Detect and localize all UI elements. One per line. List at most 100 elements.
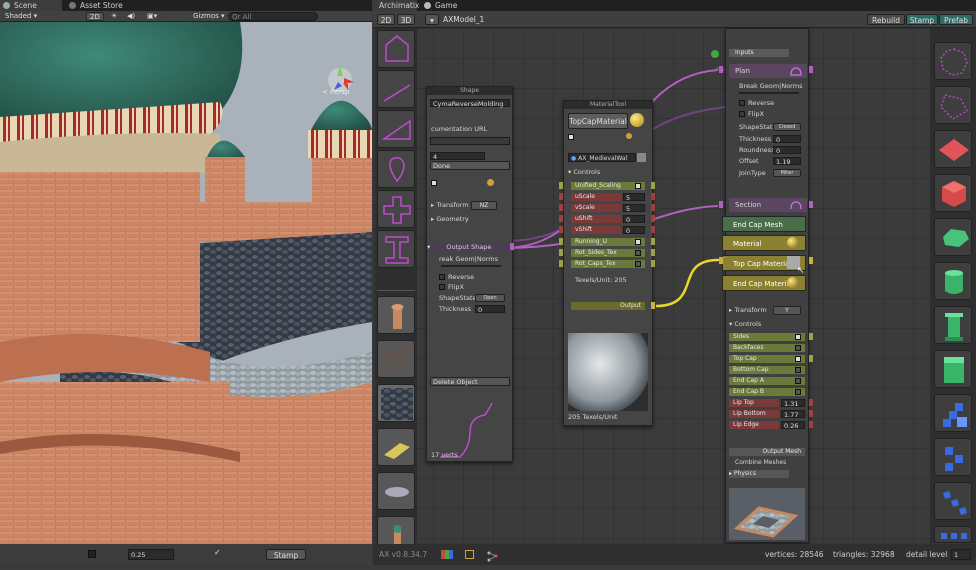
- sides-checkbox[interactable]: [795, 334, 801, 340]
- top-cap-row[interactable]: Top Cap: [729, 355, 805, 363]
- reverse-checkbox[interactable]: [439, 274, 445, 280]
- vscale-in-port[interactable]: [559, 204, 563, 211]
- backfaces-checkbox[interactable]: [795, 345, 801, 351]
- vscale-row[interactable]: vScale: [571, 204, 621, 212]
- section-out-port[interactable]: [809, 201, 813, 208]
- lip-bottom-field[interactable]: 1.77: [781, 410, 805, 419]
- flipx-row[interactable]: FlipX: [439, 283, 464, 291]
- lip-edge-out-port[interactable]: [809, 421, 813, 428]
- lip-bottom-row[interactable]: Lip Bottom: [729, 410, 779, 418]
- flipx-checkbox[interactable]: [439, 284, 445, 290]
- plan-in-port[interactable]: [719, 66, 723, 73]
- material-controls-row[interactable]: ▾ Controls: [568, 168, 600, 176]
- lip-edge-row[interactable]: Lip Edge: [729, 421, 779, 429]
- material-input-sphere-icon[interactable]: [787, 237, 798, 248]
- tool-plane-mesh[interactable]: [934, 130, 972, 168]
- end-cap-mesh-row[interactable]: End Cap Mesh: [722, 216, 806, 232]
- bottom-value-field[interactable]: 0.25: [128, 549, 174, 560]
- tool-linear-repeater-mesh[interactable]: [934, 482, 972, 520]
- tab-scene[interactable]: Scene: [0, 0, 62, 11]
- plan-flipx-row[interactable]: FlipX: [739, 110, 764, 118]
- inputs-row[interactable]: Inputs: [729, 49, 789, 57]
- vscale-out-port[interactable]: [651, 204, 655, 211]
- plan-shape-state-dropdown[interactable]: Closed: [773, 123, 801, 131]
- plan-out-port[interactable]: [809, 66, 813, 73]
- node-graph-canvas[interactable]: Shape CymaReverseMolding cumentation URL…: [373, 28, 976, 554]
- physics-row[interactable]: ▸ Physics: [729, 470, 789, 478]
- scene-stamp-button[interactable]: Stamp: [266, 549, 306, 560]
- shape-state-dropdown[interactable]: Open: [475, 294, 505, 302]
- scene-viewport[interactable]: < Persp: [0, 22, 372, 544]
- tool-cylinder-mesh[interactable]: [934, 262, 972, 300]
- running-u-row[interactable]: Running_U: [571, 238, 645, 246]
- plan-jointype-dropdown[interactable]: Miter: [773, 169, 801, 177]
- graph-icon[interactable]: [487, 549, 499, 562]
- material-asset-picker[interactable]: [637, 153, 646, 162]
- image-effects-icon[interactable]: ▣▾: [144, 12, 160, 21]
- rot-sides-checkbox[interactable]: [635, 250, 641, 256]
- shape-node[interactable]: Shape CymaReverseMolding cumentation URL…: [426, 86, 514, 462]
- rot-caps-in-port[interactable]: [559, 260, 563, 267]
- stamp-button[interactable]: Stamp: [906, 14, 938, 25]
- transform-row[interactable]: ▸ Transform: [431, 201, 469, 209]
- rebuild-button[interactable]: Rebuild: [867, 14, 905, 25]
- top-cap-material-in-port[interactable]: [719, 257, 723, 264]
- audio-icon[interactable]: ◀): [124, 12, 138, 21]
- extrude-transform-dropdown[interactable]: Y: [773, 306, 801, 315]
- tool-circle-path[interactable]: [934, 42, 972, 80]
- uscale-in-port[interactable]: [559, 193, 563, 200]
- shape-node-title[interactable]: Shape: [427, 87, 512, 95]
- tool-column-mesh[interactable]: [934, 306, 972, 344]
- tab-asset-store[interactable]: Asset Store: [66, 0, 127, 11]
- unified-scaling-row[interactable]: Unified_Scaling: [571, 182, 645, 190]
- transform-axis-dropdown[interactable]: NZ: [471, 201, 497, 210]
- doc-url-field[interactable]: [430, 137, 510, 145]
- section-shape-icon[interactable]: [789, 200, 803, 210]
- material-enable-checkbox[interactable]: [568, 134, 574, 140]
- shape-name-field[interactable]: CymaReverseMolding: [430, 99, 510, 108]
- tool-repeater-mesh[interactable]: [934, 438, 972, 476]
- bottom-cap-row[interactable]: Bottom Cap: [729, 366, 805, 374]
- end-cap-b-checkbox[interactable]: [795, 389, 801, 395]
- output-mesh-row[interactable]: Output Mesh: [729, 448, 805, 456]
- tool-tower-mesh[interactable]: [934, 350, 972, 388]
- plan-thickness-field[interactable]: 0: [773, 135, 801, 144]
- section-in-port[interactable]: [719, 201, 723, 208]
- vshift-out-port[interactable]: [651, 226, 655, 233]
- top-cap-material-out-port[interactable]: [809, 257, 813, 264]
- top-cap-out-port[interactable]: [809, 355, 813, 362]
- ushift-in-port[interactable]: [559, 215, 563, 222]
- running-u-out-port[interactable]: [651, 238, 655, 245]
- vscale-field[interactable]: 5: [623, 204, 645, 213]
- unified-scaling-out-port[interactable]: [651, 182, 655, 189]
- light-icon[interactable]: ☀: [108, 12, 120, 21]
- doc-url-label[interactable]: cumentation URL: [431, 125, 487, 133]
- end-cap-a-row[interactable]: End Cap A: [729, 377, 805, 385]
- extrude-controls-row[interactable]: ▾ Controls: [729, 320, 761, 328]
- vshift-row[interactable]: vShift: [571, 226, 621, 234]
- lip-bottom-out-port[interactable]: [809, 410, 813, 417]
- plan-reverse-row[interactable]: Reverse: [739, 99, 774, 107]
- ushift-field[interactable]: 0: [623, 215, 645, 224]
- tab-archimatix[interactable]: Archimatix: [373, 0, 419, 11]
- material-asset-field[interactable]: ● AX_MedievalWal: [568, 153, 636, 162]
- running-u-checkbox[interactable]: [635, 239, 641, 245]
- material-output-port[interactable]: [651, 302, 655, 309]
- end-cap-material-sphere-icon[interactable]: [787, 277, 798, 288]
- 3d-button[interactable]: 3D: [397, 14, 415, 25]
- 2d-button[interactable]: 2D: [377, 14, 395, 25]
- plan-reverse-checkbox[interactable]: [739, 100, 745, 106]
- done-button[interactable]: Done: [430, 161, 510, 170]
- unified-scaling-in-port[interactable]: [559, 182, 563, 189]
- model-menu-button[interactable]: ▾: [425, 14, 439, 25]
- prefab-button[interactable]: Prefab: [939, 14, 973, 25]
- lip-top-row[interactable]: Lip Top: [729, 399, 779, 407]
- geometry-row[interactable]: ▸ Geometry: [431, 215, 469, 223]
- shape-num-field[interactable]: 4: [430, 152, 485, 161]
- uscale-out-port[interactable]: [651, 193, 655, 200]
- tool-polygon-path[interactable]: [934, 86, 972, 124]
- running-u-in-port[interactable]: [559, 238, 563, 245]
- detail-level-field[interactable]: 1: [951, 549, 971, 560]
- shape-color-icon[interactable]: [487, 179, 494, 186]
- output-shape-port[interactable]: [510, 243, 514, 250]
